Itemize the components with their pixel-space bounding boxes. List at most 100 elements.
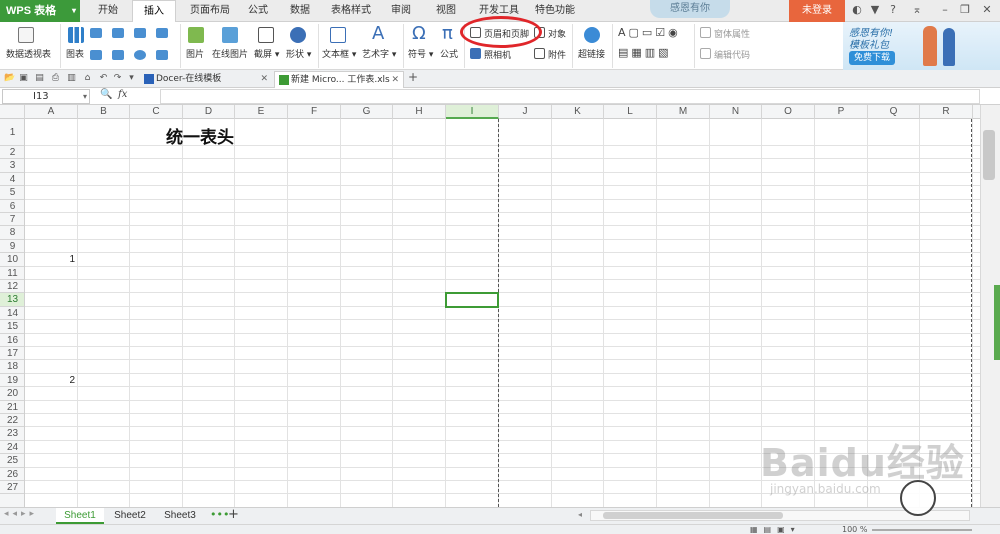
- column-header-d[interactable]: D: [183, 105, 235, 119]
- row-header-24[interactable]: 24: [0, 441, 24, 455]
- zoom-magnifier-icon[interactable]: 🔍: [100, 89, 112, 100]
- close-icon[interactable]: ✕: [980, 2, 994, 18]
- camera-button[interactable]: 照相机: [484, 48, 511, 61]
- row-header-14[interactable]: 14: [0, 307, 24, 321]
- sheet-nav-arrows-icon[interactable]: ◂◂▸▸: [4, 509, 38, 519]
- row-header-21[interactable]: 21: [0, 401, 24, 414]
- column-header-r[interactable]: R: [920, 105, 973, 119]
- tab-data[interactable]: 数据: [282, 0, 318, 22]
- row-header-3[interactable]: 3: [0, 159, 24, 173]
- row-header-2[interactable]: 2: [0, 146, 24, 160]
- form-props-button[interactable]: 窗体属性: [714, 27, 750, 40]
- minimize-icon[interactable]: –: [938, 2, 952, 18]
- promo-badge[interactable]: 感恩有你: [650, 0, 730, 18]
- sheet-tab-sheet1[interactable]: Sheet1: [56, 508, 104, 524]
- object-button[interactable]: 对象: [548, 27, 566, 40]
- row-header-1[interactable]: 1: [0, 119, 24, 146]
- save-icon[interactable]: ▣: [18, 72, 29, 84]
- shapes-button[interactable]: 形状 ▾: [286, 47, 311, 60]
- other-chart-icon[interactable]: [156, 50, 168, 60]
- screenshot-button[interactable]: 截屏 ▾: [254, 47, 279, 60]
- row-header-18[interactable]: 18: [0, 360, 24, 374]
- redo-icon[interactable]: ↷: [112, 72, 123, 84]
- row-header-13[interactable]: 13: [0, 293, 24, 307]
- restore-icon[interactable]: ❐: [958, 2, 972, 18]
- promo-banner[interactable]: 感恩有你! 模板礼包 免费下载: [843, 22, 1000, 70]
- area-chart-icon[interactable]: [156, 28, 168, 38]
- row-header-7[interactable]: 7: [0, 213, 24, 227]
- cell-name-box[interactable]: I13 ▾: [2, 89, 90, 104]
- print-icon[interactable]: ⎙: [50, 72, 61, 84]
- column-header-q[interactable]: Q: [868, 105, 920, 119]
- tab-page-layout[interactable]: 页面布局: [182, 0, 238, 22]
- pie-chart-icon[interactable]: [134, 50, 146, 60]
- view-mode-icons[interactable]: ▦▤▣▾: [750, 525, 801, 534]
- column-header-f[interactable]: F: [288, 105, 341, 119]
- column-header-o[interactable]: O: [762, 105, 815, 119]
- chart-button[interactable]: 图表: [66, 47, 84, 60]
- selected-cell[interactable]: [445, 292, 499, 308]
- close-icon[interactable]: ✕: [260, 71, 268, 87]
- tab-formulas[interactable]: 公式: [240, 0, 276, 22]
- undo-icon[interactable]: ↶: [98, 72, 109, 84]
- line-chart-icon[interactable]: [134, 28, 146, 38]
- row-header-19[interactable]: 19: [0, 374, 24, 388]
- export-pdf-icon[interactable]: ▤: [34, 72, 45, 84]
- attachment-button[interactable]: 附件: [548, 48, 566, 61]
- tab-view[interactable]: 视图: [428, 0, 464, 22]
- zoom-level[interactable]: 100 %: [842, 525, 867, 534]
- stock-chart-icon[interactable]: [112, 50, 124, 60]
- shirt-icon[interactable]: ▼: [868, 2, 882, 18]
- column-header-n[interactable]: N: [710, 105, 762, 119]
- row-header-25[interactable]: 25: [0, 454, 24, 468]
- row-header-12[interactable]: 12: [0, 280, 24, 294]
- column-header-e[interactable]: E: [235, 105, 288, 119]
- row-header-11[interactable]: 11: [0, 267, 24, 280]
- new-tab-plus-icon[interactable]: +: [408, 70, 418, 84]
- row-header-8[interactable]: 8: [0, 226, 24, 240]
- wordart-button[interactable]: 艺术字 ▾: [362, 47, 396, 60]
- tab-review[interactable]: 审阅: [384, 0, 418, 22]
- pivot-table-button[interactable]: 数据透视表: [6, 47, 51, 60]
- formula-button[interactable]: 公式: [440, 47, 458, 60]
- help-icon[interactable]: ?: [886, 2, 900, 18]
- formula-input[interactable]: [160, 89, 980, 104]
- scroll-left-icon[interactable]: ◂: [578, 510, 582, 519]
- print-preview-icon[interactable]: ▥: [66, 72, 77, 84]
- login-button[interactable]: 未登录: [789, 0, 845, 22]
- column-header-k[interactable]: K: [552, 105, 604, 119]
- row-header-27[interactable]: 27: [0, 481, 24, 495]
- horizontal-scroll-thumb[interactable]: [603, 512, 783, 519]
- doc-tab-docer[interactable]: Docer-在线模板 ✕: [140, 71, 272, 88]
- cell-a19[interactable]: 2: [25, 374, 75, 387]
- row-header-9[interactable]: 9: [0, 240, 24, 254]
- quick-access-menu-icon[interactable]: ▾: [126, 72, 137, 84]
- tab-special-features[interactable]: 特色功能: [530, 0, 580, 22]
- select-all-corner[interactable]: [0, 105, 25, 119]
- column-header-c[interactable]: C: [130, 105, 183, 119]
- hyperlink-button[interactable]: 超链接: [578, 47, 605, 60]
- tab-table-style[interactable]: 表格样式: [326, 0, 376, 22]
- free-download-button[interactable]: 免费下载: [849, 51, 895, 65]
- column-header-m[interactable]: M: [657, 105, 710, 119]
- edit-code-button[interactable]: 编辑代码: [714, 48, 750, 61]
- sheet-tab-sheet2[interactable]: Sheet2: [106, 508, 154, 524]
- row-header-22[interactable]: 22: [0, 414, 24, 428]
- bar-chart-icon[interactable]: [112, 28, 124, 38]
- cell-a10[interactable]: 1: [25, 253, 75, 266]
- row-header-6[interactable]: 6: [0, 200, 24, 213]
- column-header-j[interactable]: J: [499, 105, 552, 119]
- column-header-a[interactable]: A: [25, 105, 78, 119]
- column-header-l[interactable]: L: [604, 105, 657, 119]
- row-header-20[interactable]: 20: [0, 387, 24, 401]
- column-header-h[interactable]: H: [393, 105, 446, 119]
- tab-insert[interactable]: 插入: [132, 0, 176, 23]
- scatter-chart-icon[interactable]: [90, 50, 102, 60]
- insert-function-fx[interactable]: fx: [118, 89, 127, 100]
- skin-icon[interactable]: ◐: [850, 2, 864, 18]
- tab-home[interactable]: 开始: [88, 0, 128, 22]
- close-icon[interactable]: ✕: [391, 72, 399, 88]
- column-header-p[interactable]: P: [815, 105, 868, 119]
- column-header-b[interactable]: B: [78, 105, 130, 119]
- column-header-i[interactable]: I: [446, 105, 499, 119]
